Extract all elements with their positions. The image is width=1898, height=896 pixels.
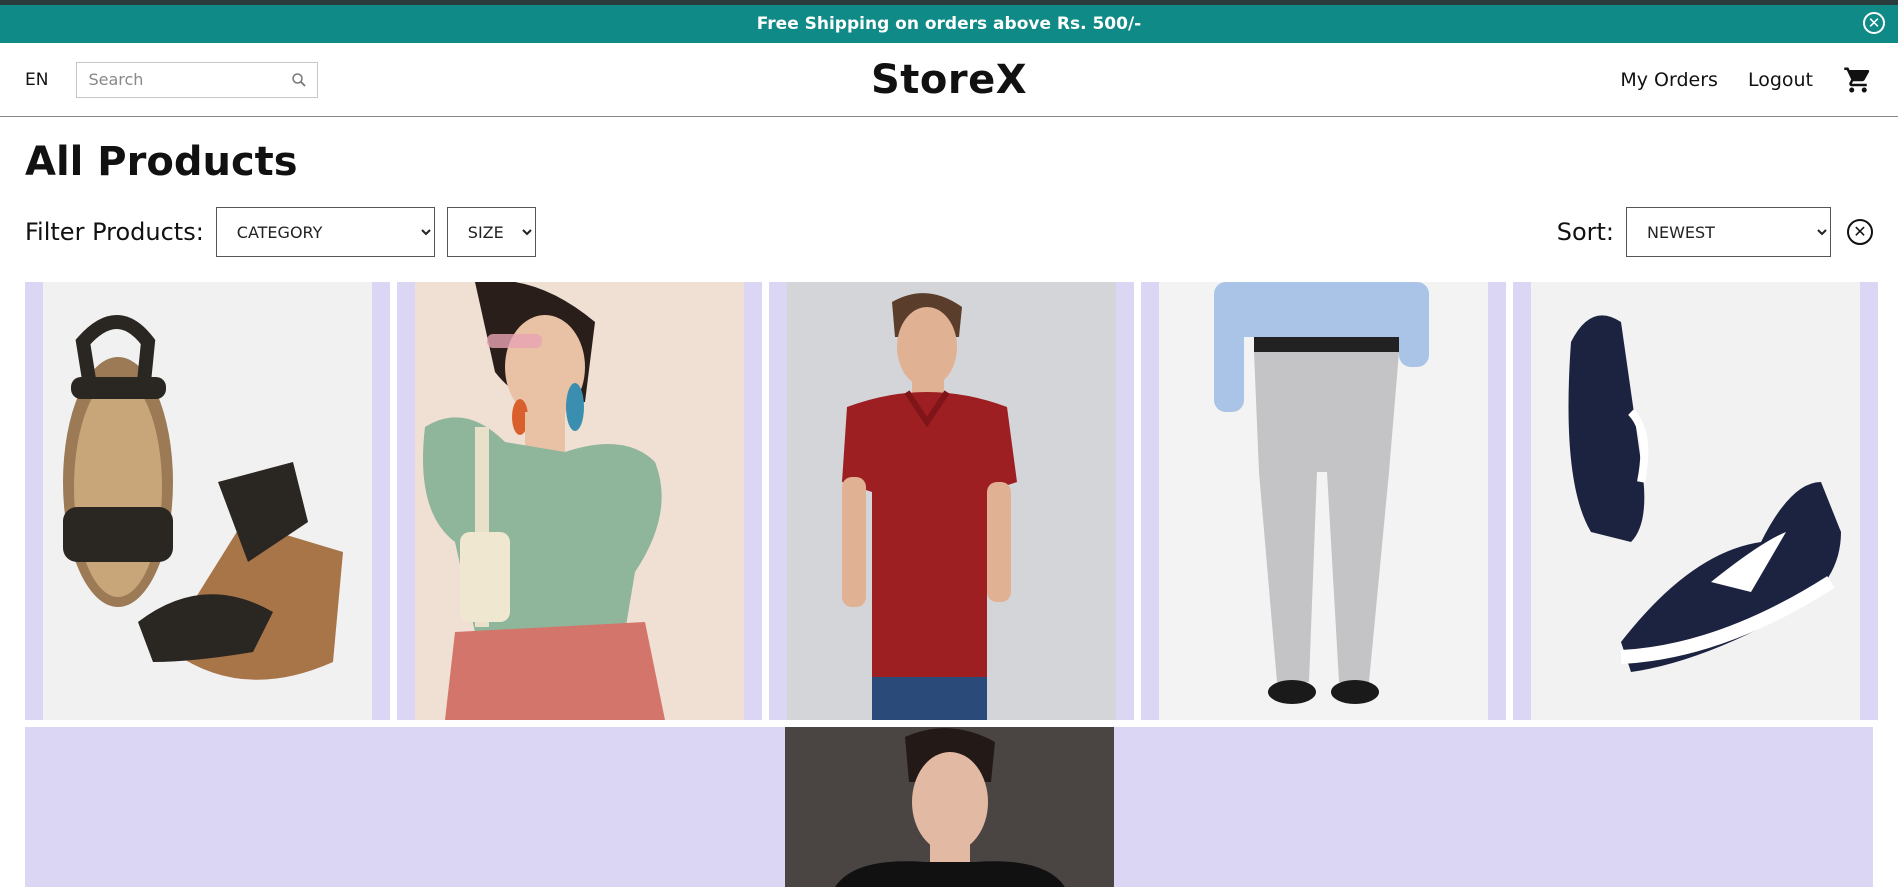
product-card[interactable] — [25, 282, 390, 720]
promo-text: Free Shipping on orders above Rs. 500/- — [756, 14, 1142, 34]
cart-icon[interactable] — [1843, 65, 1873, 95]
sort-label: Sort: — [1556, 218, 1614, 246]
size-select[interactable]: SIZE — [446, 207, 536, 257]
my-orders-link[interactable]: My Orders — [1620, 69, 1718, 91]
man-red-polo-image[interactable] — [787, 282, 1116, 720]
category-select[interactable]: CATEGORY — [215, 207, 435, 257]
product-card[interactable] — [769, 282, 1134, 720]
logout-link[interactable]: Logout — [1748, 69, 1813, 91]
product-card[interactable] — [397, 282, 762, 720]
navbar: EN StoreX My Orders Logout — [0, 43, 1898, 117]
sandals-image[interactable] — [43, 282, 372, 720]
navy-sneakers-image[interactable] — [1531, 282, 1860, 720]
search-input[interactable] — [86, 69, 291, 90]
product-grid — [25, 282, 1878, 720]
search-box — [76, 61, 319, 98]
sort-select[interactable]: NEWEST — [1626, 207, 1831, 257]
promo-banner: Free Shipping on orders above Rs. 500/- … — [0, 5, 1898, 43]
close-icon[interactable]: ✕ — [1863, 12, 1885, 34]
product-card[interactable] — [1513, 282, 1878, 720]
language-selector[interactable]: EN — [25, 70, 48, 90]
clear-filters-icon[interactable]: ✕ — [1847, 219, 1873, 245]
product-card[interactable] — [1141, 282, 1506, 720]
grey-trousers-image[interactable] — [1159, 282, 1488, 720]
search-icon[interactable] — [290, 71, 308, 89]
filter-bar: Filter Products: CATEGORY SIZE Sort: NEW… — [25, 207, 1873, 257]
store-logo[interactable]: StoreX — [871, 57, 1027, 103]
man-black-tshirt-image[interactable] — [784, 727, 1114, 887]
filter-label: Filter Products: — [25, 218, 204, 246]
woman-green-top-image[interactable] — [415, 282, 744, 720]
page-title: All Products — [25, 139, 298, 185]
product-card[interactable] — [25, 727, 1873, 887]
